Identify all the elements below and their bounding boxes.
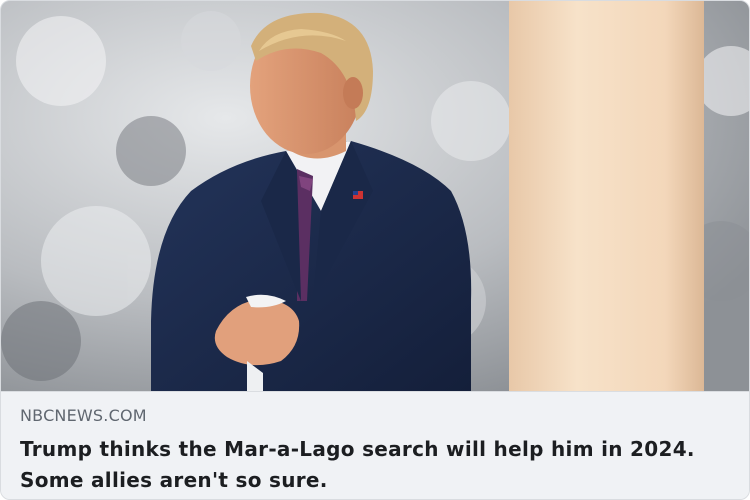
article-headline[interactable]: Trump thinks the Mar-a-Lago search will … [20, 434, 730, 496]
source-domain: NBCNEWS.COM [20, 406, 147, 425]
link-preview-card[interactable]: NBCNEWS.COM Trump thinks the Mar-a-Lago … [0, 0, 750, 500]
preview-image[interactable] [1, 1, 749, 391]
preview-photo [1, 1, 749, 391]
link-meta[interactable]: NBCNEWS.COM Trump thinks the Mar-a-Lago … [1, 391, 749, 499]
